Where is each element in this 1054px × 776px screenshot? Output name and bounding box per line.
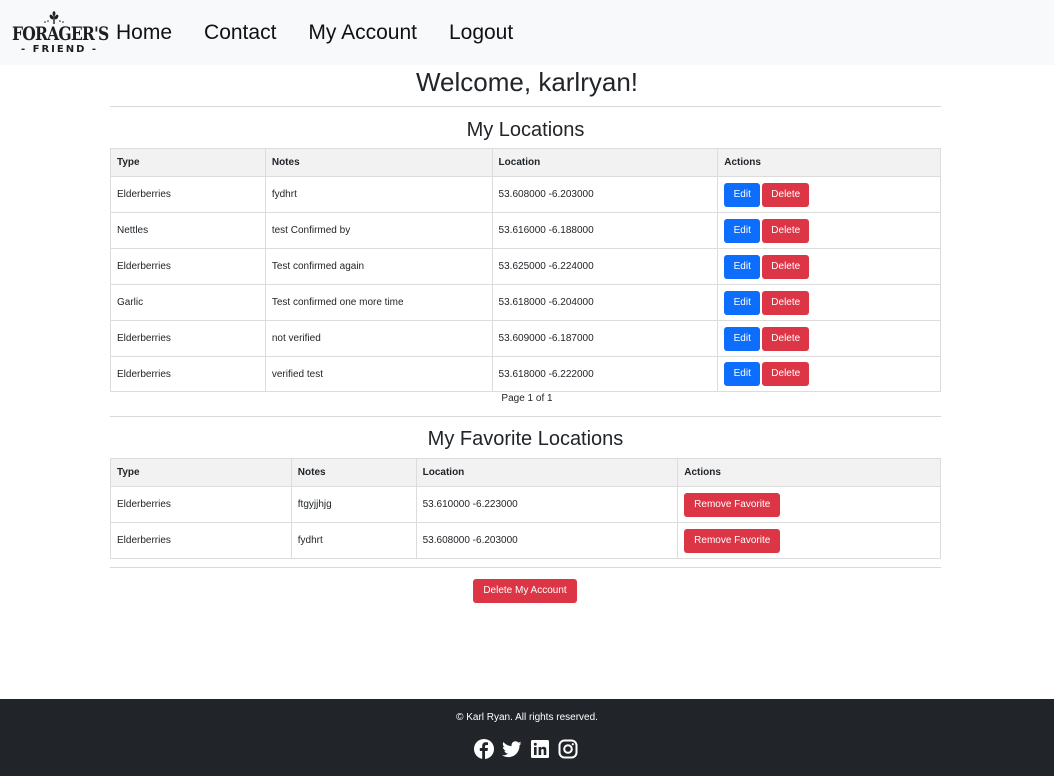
table-header-row: Type Notes Location Actions bbox=[110, 148, 941, 177]
footer: © Karl Ryan. All rights reserved. bbox=[0, 699, 1054, 776]
cell-actions: Edit Delete bbox=[717, 356, 941, 392]
welcome-heading: Welcome, karlryan! bbox=[415, 67, 639, 97]
my-locations-table: Type Notes Location Actions Elderberries… bbox=[110, 148, 941, 392]
delete-account-button[interactable]: Delete My Account bbox=[473, 579, 577, 603]
column-header-notes: Notes bbox=[264, 148, 493, 177]
navbar: FORAGER'S - FRIEND - Home Contact My Acc… bbox=[0, 0, 1054, 65]
cell-notes: fydhrt bbox=[290, 522, 417, 559]
cell-type: Garlic bbox=[110, 284, 266, 321]
cell-location: 53.625000 -6.224000 bbox=[491, 248, 719, 285]
edit-button[interactable]: Edit bbox=[724, 362, 761, 386]
cell-notes: not verified bbox=[264, 320, 493, 357]
delete-button[interactable]: Delete bbox=[762, 362, 810, 386]
favorite-locations-table: Type Notes Location Actions Elderberries… bbox=[110, 458, 941, 559]
linkedin-icon[interactable] bbox=[530, 739, 550, 759]
table-row: Nettles test Confirmed by 53.616000 -6.1… bbox=[110, 212, 941, 249]
table-row: Elderberries ftgyjjhjg 53.610000 -6.2230… bbox=[110, 486, 941, 523]
facebook-icon[interactable] bbox=[474, 739, 494, 759]
cell-location: 53.609000 -6.187000 bbox=[491, 320, 719, 357]
table-row: Garlic Test confirmed one more time 53.6… bbox=[110, 284, 941, 321]
cell-location: 53.618000 -6.222000 bbox=[491, 356, 719, 392]
instagram-icon[interactable] bbox=[558, 739, 578, 759]
cell-type: Elderberries bbox=[110, 486, 292, 523]
cell-actions: Edit Delete bbox=[717, 212, 941, 249]
cell-actions: Remove Favorite bbox=[677, 522, 941, 559]
table-row: Elderberries Test confirmed again 53.625… bbox=[110, 248, 941, 285]
copyright-text: © Karl Ryan. All rights reserved. bbox=[456, 712, 598, 723]
cell-location: 53.616000 -6.188000 bbox=[491, 212, 719, 249]
table-row: Elderberries verified test 53.618000 -6.… bbox=[110, 356, 941, 392]
cell-type: Nettles bbox=[110, 212, 266, 249]
column-header-location: Location bbox=[415, 458, 679, 487]
column-header-type: Type bbox=[110, 458, 292, 487]
cell-notes: Test confirmed again bbox=[264, 248, 493, 285]
cell-actions: Edit Delete bbox=[717, 248, 941, 285]
twitter-icon[interactable] bbox=[502, 739, 522, 759]
cell-location: 53.608000 -6.203000 bbox=[491, 176, 719, 213]
table-row: Elderberries not verified 53.609000 -6.1… bbox=[110, 320, 941, 357]
edit-button[interactable]: Edit bbox=[724, 254, 761, 279]
cell-location: 53.618000 -6.204000 bbox=[491, 284, 719, 321]
nav-my-account[interactable]: My Account bbox=[308, 21, 417, 45]
favorite-locations-title: My Favorite Locations bbox=[427, 428, 624, 450]
delete-button[interactable]: Delete bbox=[762, 218, 810, 243]
delete-button[interactable]: Delete bbox=[762, 254, 810, 279]
cell-location: 53.608000 -6.203000 bbox=[415, 522, 679, 559]
remove-favorite-button[interactable]: Remove Favorite bbox=[684, 492, 781, 517]
divider bbox=[110, 106, 941, 107]
cell-location: 53.610000 -6.223000 bbox=[415, 486, 679, 523]
table-header-row: Type Notes Location Actions bbox=[110, 458, 941, 487]
nav-logout[interactable]: Logout bbox=[449, 21, 513, 45]
divider bbox=[110, 567, 941, 568]
table-row: Elderberries fydhrt 53.608000 -6.203000 … bbox=[110, 522, 941, 559]
my-locations-title: My Locations bbox=[466, 119, 585, 141]
pagination-text: Page 1 of 1 bbox=[501, 393, 553, 404]
logo[interactable]: FORAGER'S - FRIEND - bbox=[12, 8, 109, 58]
edit-button[interactable]: Edit bbox=[724, 290, 761, 315]
cell-actions: Remove Favorite bbox=[677, 486, 941, 523]
delete-button[interactable]: Delete bbox=[762, 290, 810, 315]
divider bbox=[110, 416, 941, 417]
cell-actions: Edit Delete bbox=[717, 284, 941, 321]
nav-contact[interactable]: Contact bbox=[204, 21, 276, 45]
delete-button[interactable]: Delete bbox=[762, 182, 810, 207]
cell-notes: verified test bbox=[264, 356, 493, 392]
cell-actions: Edit Delete bbox=[717, 320, 941, 357]
cell-notes: fydhrt bbox=[264, 176, 493, 213]
column-header-actions: Actions bbox=[717, 148, 941, 177]
edit-button[interactable]: Edit bbox=[724, 218, 761, 243]
cell-type: Elderberries bbox=[110, 522, 292, 559]
edit-button[interactable]: Edit bbox=[724, 326, 761, 351]
cell-notes: test Confirmed by bbox=[264, 212, 493, 249]
logo-subtext: - FRIEND - bbox=[21, 43, 99, 55]
column-header-location: Location bbox=[491, 148, 719, 177]
cell-type: Elderberries bbox=[110, 356, 266, 392]
table-row: Elderberries fydhrt 53.608000 -6.203000 … bbox=[110, 176, 941, 213]
cell-type: Elderberries bbox=[110, 176, 266, 213]
column-header-notes: Notes bbox=[290, 458, 417, 487]
cell-type: Elderberries bbox=[110, 248, 266, 285]
logo-text: FORAGER'S bbox=[12, 22, 109, 45]
remove-favorite-button[interactable]: Remove Favorite bbox=[684, 528, 781, 553]
cell-notes: ftgyjjhjg bbox=[290, 486, 417, 523]
delete-button[interactable]: Delete bbox=[762, 326, 810, 351]
edit-button[interactable]: Edit bbox=[724, 182, 761, 207]
nav-home[interactable]: Home bbox=[116, 21, 172, 45]
column-header-actions: Actions bbox=[677, 458, 941, 487]
column-header-type: Type bbox=[110, 148, 266, 177]
cell-type: Elderberries bbox=[110, 320, 266, 357]
social-icons bbox=[474, 739, 578, 759]
cell-actions: Edit Delete bbox=[717, 176, 941, 213]
cell-notes: Test confirmed one more time bbox=[264, 284, 493, 321]
